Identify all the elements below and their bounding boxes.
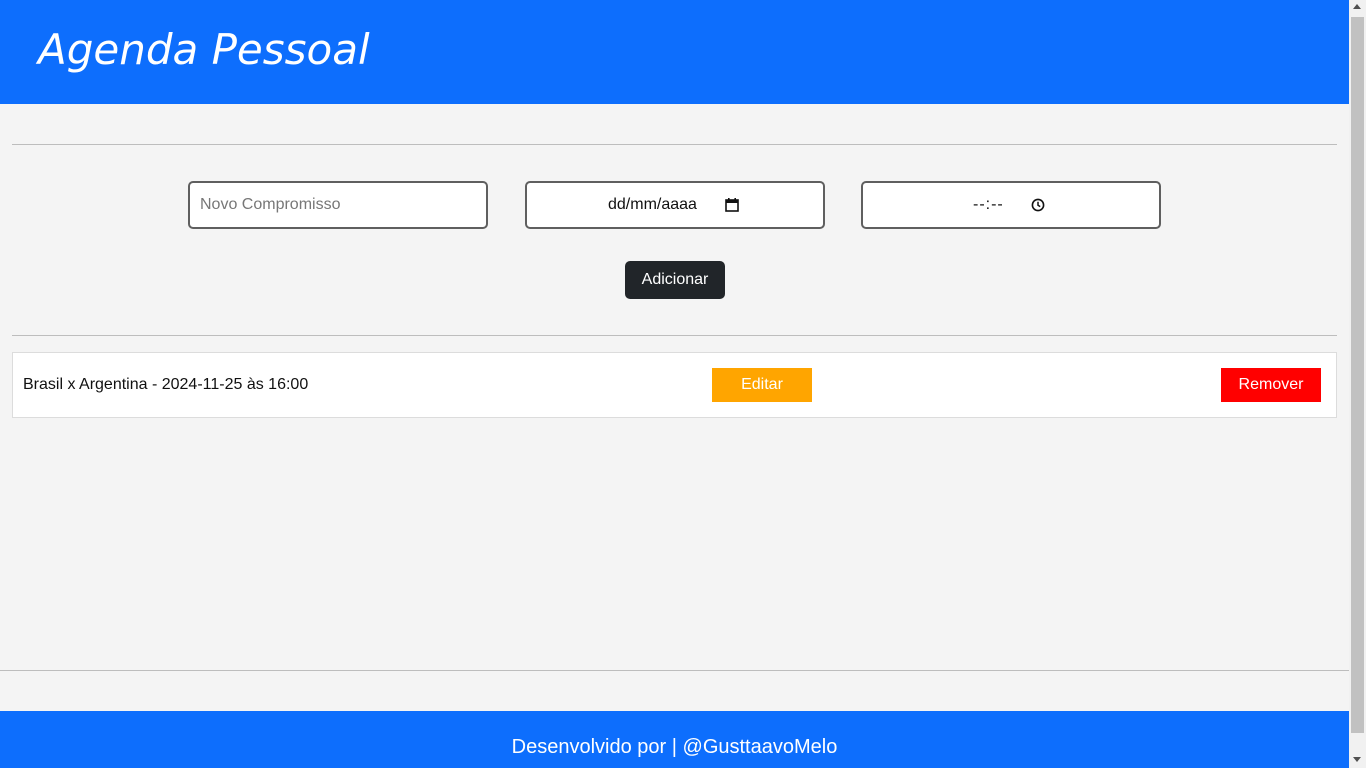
add-button[interactable]: Adicionar (625, 261, 725, 299)
time-input[interactable]: --:-- (861, 181, 1161, 229)
footer-credit: Desenvolvido por | @GusttaavoMelo (511, 736, 838, 758)
divider-middle (12, 335, 1337, 336)
vertical-scrollbar[interactable] (1349, 0, 1366, 768)
appointment-list: Brasil x Argentina - 2024-11-25 às 16:00… (12, 352, 1337, 418)
page-title: Agenda Pessoal (38, 25, 370, 74)
appointment-text: Brasil x Argentina - 2024-11-25 às 16:00 (23, 376, 309, 393)
scrollbar-thumb[interactable] (1351, 17, 1364, 733)
time-placeholder: --:-- (973, 196, 1004, 213)
app-footer: Desenvolvido por | @GusttaavoMelo (0, 711, 1349, 768)
task-field-wrapper (188, 181, 488, 229)
date-input[interactable]: dd/mm/aaaa (525, 181, 825, 229)
calendar-icon[interactable] (725, 198, 739, 212)
divider-top (12, 144, 1337, 145)
date-placeholder: dd/mm/aaaa (608, 196, 697, 213)
scroll-up-icon[interactable] (1353, 4, 1361, 9)
divider-bottom (0, 670, 1349, 671)
scroll-down-icon[interactable] (1353, 757, 1361, 762)
remove-button[interactable]: Remover (1221, 368, 1321, 402)
edit-button[interactable]: Editar (712, 368, 812, 402)
clock-icon[interactable] (1031, 198, 1045, 212)
task-input[interactable] (190, 183, 480, 227)
page: Agenda Pessoal dd/mm/aaaa --:-- Adiciona… (0, 0, 1349, 768)
app-header: Agenda Pessoal (0, 0, 1349, 104)
